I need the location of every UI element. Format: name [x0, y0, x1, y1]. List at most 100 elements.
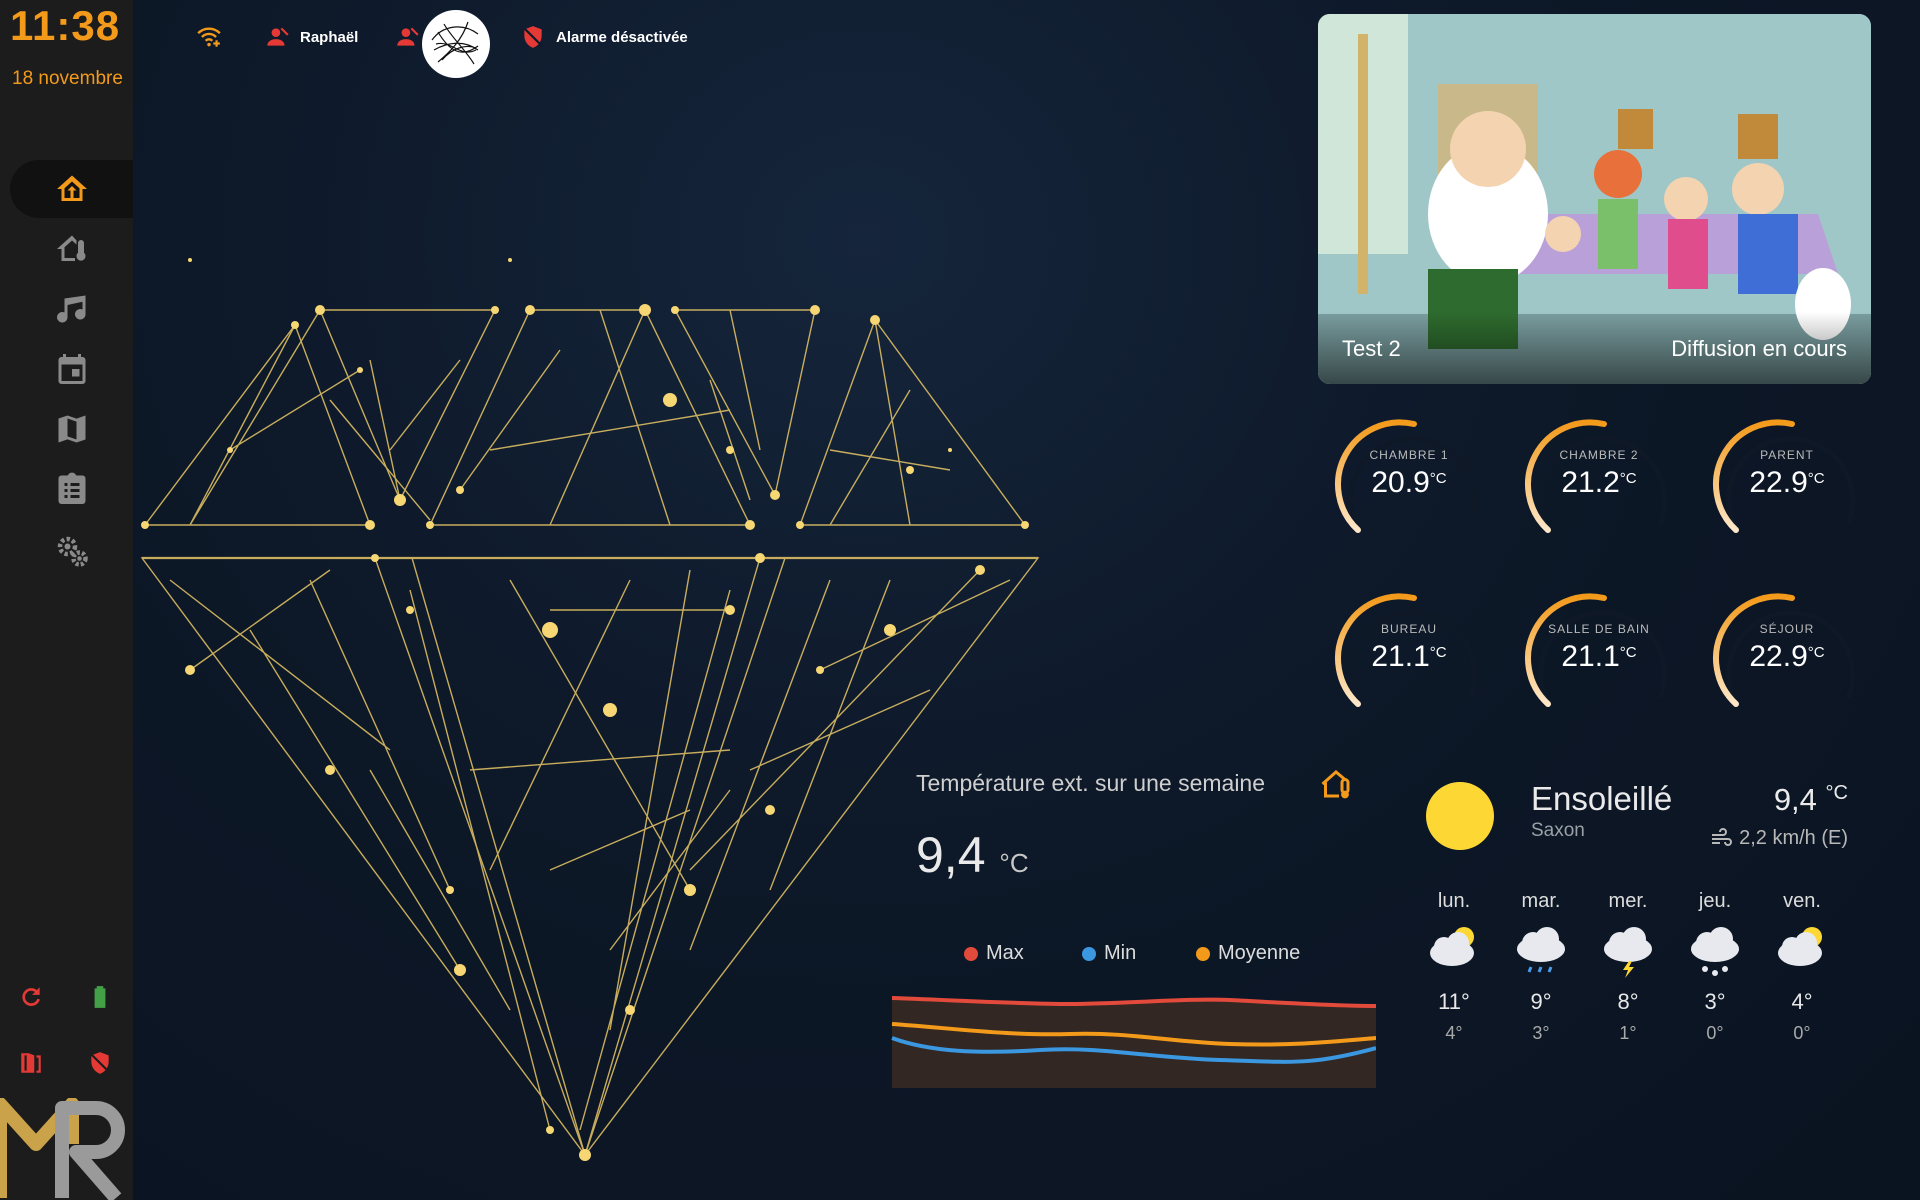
gauge-room-temp: 20.9°C: [1334, 466, 1484, 500]
alarm-status-text[interactable]: Alarme désactivée: [520, 24, 688, 50]
media-player-card[interactable]: Test 2 Diffusion en cours: [1318, 14, 1871, 384]
forecast-high: 9°: [1530, 989, 1552, 1014]
legend-label: Max: [986, 942, 1024, 964]
cogs-icon: [57, 536, 88, 567]
forecast-day-name: mer.: [1608, 890, 1648, 912]
wind-value: 2,2 km/h (E): [1739, 826, 1848, 849]
music-icon: [56, 295, 85, 323]
forecast-day-name: lun.: [1437, 890, 1471, 912]
person-name: Raphaël: [300, 28, 359, 46]
gauge-value: 21.2: [1561, 466, 1620, 499]
home-thermometer-icon: [1321, 770, 1350, 799]
gauge-room-name: CHAMBRE 2: [1559, 448, 1639, 462]
wind-icon: [1712, 828, 1733, 846]
current-outdoor-temp: 9,4 °C: [916, 826, 1029, 884]
legend-label: Min: [1104, 942, 1137, 964]
gauge-unit: °C: [1807, 470, 1825, 487]
wifi-plus-icon: [197, 27, 221, 47]
wifi-status[interactable]: [196, 24, 232, 50]
alarm-label: Alarme désactivée: [556, 28, 688, 46]
alarm-status[interactable]: [85, 1048, 115, 1078]
nav-home[interactable]: [10, 160, 133, 218]
legend-dot: [1196, 946, 1210, 961]
legend-dot: [1082, 946, 1096, 961]
restart-icon: [22, 987, 40, 1006]
card-title: Température ext. sur une semaine: [916, 770, 1266, 796]
forecast-day: jeu. 3° 0°: [1675, 890, 1755, 1044]
nav-map[interactable]: [10, 400, 133, 458]
nav-tasks[interactable]: [10, 460, 133, 518]
partly-cloudy-icon: [1762, 923, 1842, 983]
gauge-room-temp: 22.9°C: [1712, 466, 1862, 500]
brand-logo: [0, 1098, 125, 1200]
gauge-room-name: SALLE DE BAIN: [1548, 622, 1650, 636]
gauge-room[interactable]: CHAMBRE 1 20.9°C: [1334, 412, 1484, 552]
temp-unit: °C: [999, 848, 1029, 878]
forecast-day-name: jeu.: [1698, 890, 1732, 912]
rainy-icon: [1501, 923, 1581, 983]
forecast-day: mer. 8° 1°: [1588, 890, 1668, 1044]
gauge-room[interactable]: BUREAU 21.1°C: [1334, 586, 1484, 726]
forecast-low: 1°: [1619, 1023, 1637, 1043]
avatar[interactable]: [422, 10, 490, 78]
weather-condition: Ensoleillé: [1531, 780, 1673, 817]
weather-temp-value: 9,4: [1773, 782, 1817, 817]
nav-music[interactable]: [10, 280, 133, 338]
gauge-unit: °C: [1619, 470, 1637, 487]
weather-location: Saxon: [1531, 820, 1585, 841]
legend-min[interactable]: Min: [1082, 942, 1136, 965]
gauge-unit: °C: [1429, 644, 1447, 661]
gauge-room-name: PARENT: [1760, 448, 1814, 462]
sunny-icon: [1426, 782, 1494, 850]
forecast-day-name: ven.: [1783, 890, 1821, 912]
gauge-room[interactable]: SALLE DE BAIN 21.1°C: [1524, 586, 1674, 726]
person-raphael[interactable]: Raphaël: [264, 24, 358, 50]
forecast-low: 0°: [1793, 1023, 1811, 1043]
gauge-value: 21.1: [1561, 640, 1620, 673]
gauge-room-temp: 21.1°C: [1334, 640, 1484, 674]
temp-value: 9,4: [916, 827, 986, 883]
gauge-room-temp: 21.1°C: [1524, 640, 1674, 674]
forecast-day: mar. 9° 3°: [1501, 890, 1581, 1044]
weather-wind: 2,2 km/h (E): [1709, 826, 1848, 850]
gauge-room[interactable]: PARENT 22.9°C: [1712, 412, 1862, 552]
clipboard-list-icon: [58, 472, 85, 504]
door-open-icon: [21, 1053, 41, 1073]
gauge-room-name: CHAMBRE 1: [1369, 448, 1449, 462]
legend-max[interactable]: Max: [964, 942, 1024, 965]
clock: 11:38: [10, 2, 121, 49]
gauge-value: 21.1: [1371, 640, 1430, 673]
gauge-room-temp: 21.2°C: [1524, 466, 1674, 500]
forecast-day-name: mar.: [1521, 890, 1561, 912]
date: 18 novembre: [12, 68, 123, 89]
nav-calendar[interactable]: [10, 340, 133, 398]
gauge-value: 22.9: [1749, 640, 1808, 673]
gauge-room[interactable]: SÉJOUR 22.9°C: [1712, 586, 1862, 726]
door-status[interactable]: [16, 1048, 46, 1078]
forecast-low: 3°: [1532, 1023, 1550, 1043]
gauge-unit: °C: [1429, 470, 1447, 487]
scribble-avatar-image: [425, 13, 487, 75]
gauge-value: 20.9: [1371, 466, 1430, 499]
outdoor-temperature-card[interactable]: Température ext. sur une semaine 9,4 °C …: [890, 752, 1376, 1092]
weather-card[interactable]: Ensoleillé Saxon 9,4 °C 2,2 km/h (E) lun…: [1410, 760, 1880, 1090]
forecast-high: 3°: [1704, 989, 1726, 1014]
gauge-room-name: BUREAU: [1380, 622, 1437, 636]
home-thermometer-icon: [56, 235, 85, 261]
forecast-high: 8°: [1617, 989, 1639, 1014]
forecast-low: 4°: [1445, 1023, 1463, 1043]
account-off-icon: [397, 27, 419, 46]
gauge-unit: °C: [1619, 644, 1637, 661]
home-icon: [56, 175, 87, 201]
media-state: Diffusion en cours: [1671, 336, 1847, 361]
gauge-room-temp: 22.9°C: [1712, 640, 1862, 674]
gauge-room[interactable]: CHAMBRE 2 21.2°C: [1524, 412, 1674, 552]
restart-button[interactable]: [16, 982, 46, 1012]
nav-settings[interactable]: [10, 522, 133, 580]
forecast-high: 4°: [1791, 989, 1813, 1014]
legend-label: Moyenne: [1218, 942, 1301, 964]
nav-climate[interactable]: [10, 220, 133, 278]
legend-average[interactable]: Moyenne: [1196, 942, 1300, 965]
sidebar: 11:38 18 novembre: [0, 0, 133, 1200]
gauge-unit: °C: [1807, 644, 1825, 661]
